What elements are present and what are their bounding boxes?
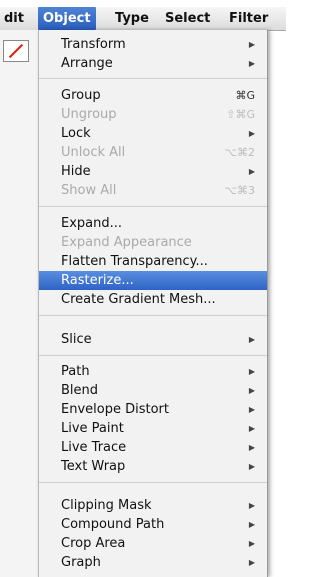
shortcut-label: ⌥⌘2	[224, 146, 255, 159]
menu-item-label: Compound Path	[61, 517, 165, 532]
menu-separator	[39, 355, 267, 356]
submenu-arrow-icon: ▶	[248, 558, 255, 567]
shortcut-label: ⇧⌘G	[226, 108, 255, 121]
submenu-arrow-icon: ▶	[248, 443, 255, 452]
menu-item-label: Show All	[61, 183, 117, 198]
menu-item-crop-area[interactable]: Crop Area ▶	[39, 534, 267, 553]
submenu-arrow-icon: ▶	[248, 40, 255, 49]
menu-item-label: Group	[61, 88, 101, 103]
object-menu-dropdown: Transform ▶ Arrange ▶ Group ⌘G Ungroup ⇧…	[38, 30, 268, 577]
menu-item-blend[interactable]: Blend ▶	[39, 381, 267, 400]
menu-item-unlock-all[interactable]: Unlock All ⌥⌘2	[39, 143, 267, 162]
menu-item-label: Create Gradient Mesh...	[61, 292, 216, 307]
menu-item-envelope-distort[interactable]: Envelope Distort ▶	[39, 400, 267, 419]
menu-item-label: Lock	[61, 126, 91, 141]
submenu-arrow-icon: ▶	[248, 129, 255, 138]
submenu-arrow-icon: ▶	[248, 367, 255, 376]
submenu-arrow-icon: ▶	[248, 335, 255, 344]
menu-item-clipping-mask[interactable]: Clipping Mask ▶	[39, 496, 267, 515]
menu-item-label: Crop Area	[61, 536, 126, 551]
menu-item-label: Live Trace	[61, 440, 127, 455]
app-background	[0, 30, 40, 577]
menu-item-live-paint[interactable]: Live Paint ▶	[39, 419, 267, 438]
menu-item-label: Unlock All	[61, 145, 126, 160]
menu-item-ungroup[interactable]: Ungroup ⇧⌘G	[39, 105, 267, 124]
menu-item-label: Text Wrap	[61, 459, 126, 474]
menu-item-label: Envelope Distort	[61, 402, 169, 417]
menu-separator	[39, 206, 267, 207]
menu-item-label: Expand Appearance	[61, 235, 192, 250]
menu-item-expand-appearance[interactable]: Expand Appearance	[39, 233, 267, 252]
menu-select[interactable]: Select	[165, 7, 210, 30]
menu-item-label: Graph	[61, 555, 101, 570]
menu-item-lock[interactable]: Lock ▶	[39, 124, 267, 143]
menu-item-path[interactable]: Path ▶	[39, 362, 267, 381]
menu-separator	[39, 315, 267, 316]
shortcut-label: ⌥⌘3	[224, 184, 255, 197]
submenu-arrow-icon: ▶	[248, 405, 255, 414]
menu-item-label: Blend	[61, 383, 99, 398]
menu-item-flatten-transparency[interactable]: Flatten Transparency...	[39, 252, 267, 271]
stroke-none-icon[interactable]	[3, 40, 29, 62]
menu-item-label: Path	[61, 364, 90, 379]
submenu-arrow-icon: ▶	[248, 59, 255, 68]
menu-separator	[39, 482, 267, 483]
menu-item-rasterize[interactable]: Rasterize...	[39, 271, 267, 290]
menu-object[interactable]: Object	[38, 7, 96, 30]
submenu-arrow-icon: ▶	[248, 539, 255, 548]
submenu-arrow-icon: ▶	[248, 167, 255, 176]
menu-item-label: Slice	[61, 332, 92, 347]
menu-item-label: Arrange	[61, 56, 113, 71]
menu-item-slice[interactable]: Slice ▶	[39, 330, 267, 349]
menu-item-hide[interactable]: Hide ▶	[39, 162, 267, 181]
menu-item-label: Expand...	[61, 216, 123, 231]
menu-item-label: Live Paint	[61, 421, 124, 436]
menu-edit[interactable]: dit	[4, 7, 24, 30]
menu-item-arrange[interactable]: Arrange ▶	[39, 54, 267, 73]
menu-filter[interactable]: Filter	[229, 7, 268, 30]
menu-item-create-gradient-mesh[interactable]: Create Gradient Mesh...	[39, 290, 267, 309]
menu-separator	[39, 78, 267, 79]
menu-item-label: Flatten Transparency...	[61, 254, 208, 269]
submenu-arrow-icon: ▶	[248, 462, 255, 471]
menu-item-show-all[interactable]: Show All ⌥⌘3	[39, 181, 267, 200]
submenu-arrow-icon: ▶	[248, 424, 255, 433]
menu-item-live-trace[interactable]: Live Trace ▶	[39, 438, 267, 457]
menu-type[interactable]: Type	[115, 7, 149, 30]
menu-item-label: Ungroup	[61, 107, 117, 122]
submenu-arrow-icon: ▶	[248, 501, 255, 510]
menu-item-expand[interactable]: Expand...	[39, 214, 267, 233]
menu-item-text-wrap[interactable]: Text Wrap ▶	[39, 457, 267, 476]
menu-item-label: Clipping Mask	[61, 498, 152, 513]
menu-item-label: Rasterize...	[61, 273, 134, 288]
shortcut-label: ⌘G	[235, 89, 255, 102]
submenu-arrow-icon: ▶	[248, 520, 255, 529]
menu-bar: dit Object Type Select Filter	[0, 7, 286, 31]
submenu-arrow-icon: ▶	[248, 386, 255, 395]
menu-item-label: Hide	[61, 164, 91, 179]
menu-item-group[interactable]: Group ⌘G	[39, 86, 267, 105]
menu-item-label: Transform	[61, 37, 126, 52]
menu-item-transform[interactable]: Transform ▶	[39, 35, 267, 54]
menu-item-compound-path[interactable]: Compound Path ▶	[39, 515, 267, 534]
menu-item-graph[interactable]: Graph ▶	[39, 553, 267, 572]
